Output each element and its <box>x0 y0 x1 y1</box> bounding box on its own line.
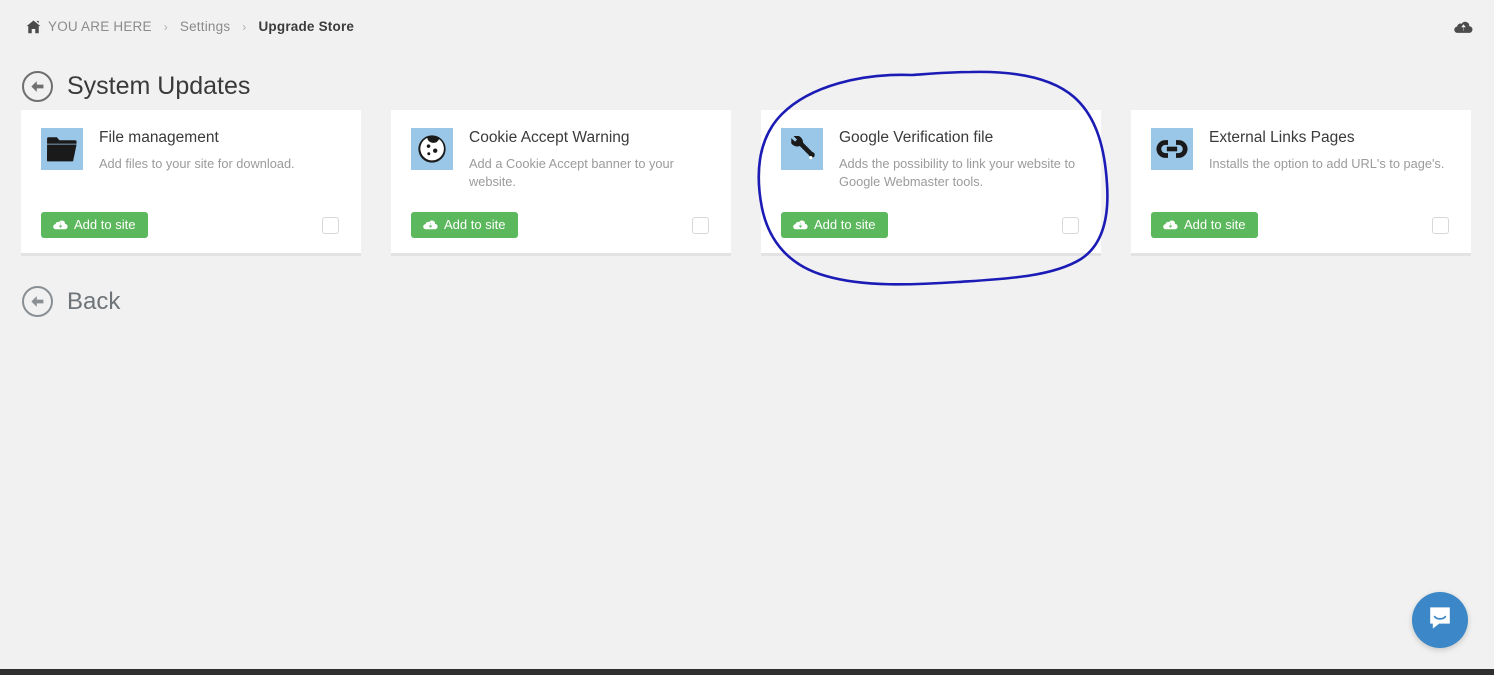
breadcrumb-separator: › <box>163 19 168 34</box>
card-text: External Links Pages Installs the option… <box>1209 128 1444 173</box>
page-title: System Updates <box>67 71 251 100</box>
card-header: Google Verification file Adds the possib… <box>781 128 1081 191</box>
add-to-site-label: Add to site <box>444 217 506 232</box>
update-card-external-links-pages[interactable]: External Links Pages Installs the option… <box>1131 110 1471 256</box>
card-title: External Links Pages <box>1209 129 1355 146</box>
breadcrumb-item-settings[interactable]: Settings <box>180 19 230 34</box>
intercom-chat-launcher[interactable] <box>1412 592 1468 648</box>
card-description: Add files to your site for download. <box>99 155 295 171</box>
cloud-download-icon <box>53 219 68 231</box>
add-to-site-button[interactable]: Add to site <box>1151 212 1259 238</box>
updates-card-grid: File management Add files to your site f… <box>21 110 1473 256</box>
link-chain-icon <box>1151 128 1193 170</box>
card-header: External Links Pages Installs the option… <box>1151 128 1451 173</box>
back-link-label: Back <box>67 287 121 315</box>
card-description: Adds the possibility to link your websit… <box>839 155 1076 189</box>
back-link[interactable]: Back <box>22 286 120 317</box>
card-text: Google Verification file Adds the possib… <box>839 128 1081 191</box>
circle-arrow-left-icon[interactable] <box>22 70 53 102</box>
update-card-google-verification-file[interactable]: Google Verification file Adds the possib… <box>761 110 1101 256</box>
card-select-checkbox[interactable] <box>692 216 709 234</box>
card-title: Cookie Accept Warning <box>469 129 630 146</box>
card-description: Installs the option to add URL's to page… <box>1209 155 1445 171</box>
cloud-download-icon <box>793 219 808 231</box>
add-to-site-button[interactable]: Add to site <box>411 212 519 238</box>
card-footer: Add to site <box>41 212 341 238</box>
card-select-checkbox[interactable] <box>1062 216 1079 234</box>
card-text: File management Add files to your site f… <box>99 128 295 173</box>
breadcrumb-item-you-are-here[interactable]: YOU ARE HERE <box>48 19 152 34</box>
home-icon <box>26 20 41 34</box>
cloud-download-icon <box>1163 219 1178 231</box>
card-title: File management <box>99 129 219 146</box>
page-root: YOU ARE HERE › Settings › Upgrade Store … <box>0 0 1494 675</box>
add-to-site-label: Add to site <box>814 217 876 232</box>
breadcrumb-item-upgrade-store[interactable]: Upgrade Store <box>258 19 354 34</box>
folder-icon <box>41 128 83 170</box>
card-header: Cookie Accept Warning Add a Cookie Accep… <box>411 128 711 191</box>
cookie-icon <box>411 128 453 170</box>
add-to-site-button[interactable]: Add to site <box>41 212 149 238</box>
breadcrumb-separator: › <box>242 19 247 34</box>
cloud-download-icon <box>423 219 438 231</box>
update-card-file-management[interactable]: File management Add files to your site f… <box>21 110 361 256</box>
breadcrumb: YOU ARE HERE › Settings › Upgrade Store <box>26 19 354 34</box>
add-to-site-button[interactable]: Add to site <box>781 212 889 238</box>
circle-arrow-left-icon <box>22 286 53 317</box>
card-description: Add a Cookie Accept banner to your websi… <box>469 155 674 189</box>
card-footer: Add to site <box>781 212 1081 238</box>
cloud-upload-icon[interactable] <box>1454 20 1473 35</box>
card-header: File management Add files to your site f… <box>41 128 341 173</box>
intercom-message-icon <box>1426 604 1454 637</box>
card-select-checkbox[interactable] <box>322 216 339 234</box>
update-card-cookie-accept-warning[interactable]: Cookie Accept Warning Add a Cookie Accep… <box>391 110 731 256</box>
wrench-icon <box>781 128 823 170</box>
card-text: Cookie Accept Warning Add a Cookie Accep… <box>469 128 711 191</box>
add-to-site-label: Add to site <box>1184 217 1246 232</box>
card-footer: Add to site <box>411 212 711 238</box>
card-select-checkbox[interactable] <box>1432 216 1449 234</box>
add-to-site-label: Add to site <box>74 217 136 232</box>
card-footer: Add to site <box>1151 212 1451 238</box>
card-title: Google Verification file <box>839 129 994 146</box>
page-title-row: System Updates <box>22 55 250 118</box>
footer-strip <box>0 669 1494 675</box>
